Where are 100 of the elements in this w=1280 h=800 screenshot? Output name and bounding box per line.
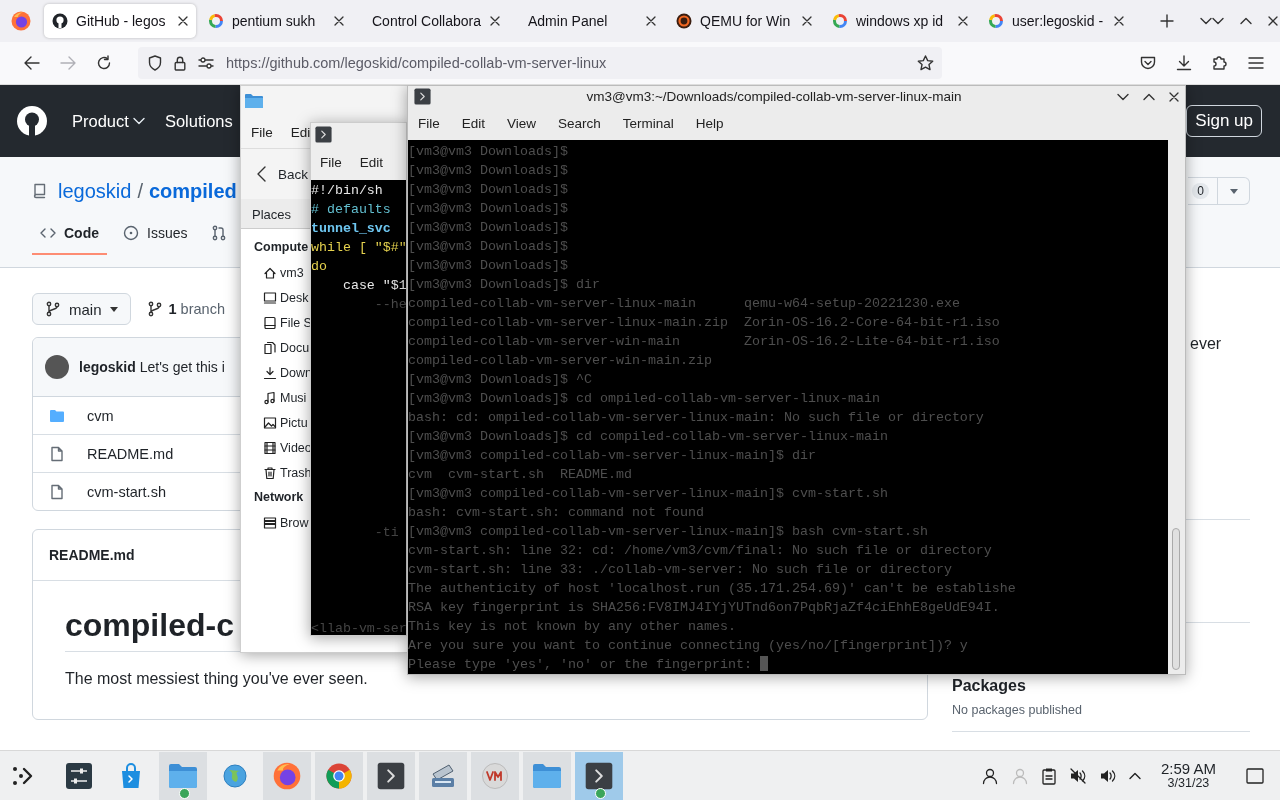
menu-item[interactable]: File: [418, 116, 440, 132]
menu-item[interactable]: Edit: [461, 116, 486, 132]
terminal-line: [vm3@vm3 Downloads]$: [408, 162, 569, 180]
counter-button[interactable]: 0: [1188, 177, 1218, 205]
file-link[interactable]: cvm: [87, 407, 114, 424]
monitor-icon: [263, 290, 277, 305]
reload-icon[interactable]: [96, 55, 112, 71]
minimize-icon[interactable]: [1117, 92, 1129, 101]
menu-icon[interactable]: [1248, 56, 1264, 70]
file-link[interactable]: cvm-start.sh: [87, 483, 166, 500]
sliders-app-icon[interactable]: [65, 761, 93, 790]
close-tab-icon[interactable]: [958, 16, 968, 26]
vm-logo-icon[interactable]: [481, 761, 509, 790]
nav-link[interactable]: Solutions: [164, 111, 233, 131]
url-text: https://github.com/legoskid/compiled-collab-vm-server-linux: [226, 55, 607, 71]
repo-tab[interactable]: Code: [32, 225, 107, 255]
back-icon[interactable]: [23, 55, 41, 71]
taskbar-app[interactable]: [367, 751, 415, 800]
bookmark-star-icon[interactable]: [917, 55, 934, 71]
branch-dropdown[interactable]: main: [32, 293, 131, 325]
close-tab-icon[interactable]: [1114, 16, 1124, 26]
close-tab-icon[interactable]: [178, 16, 188, 26]
browser-tab[interactable]: user:legoskid -: [980, 4, 1132, 38]
close-tab-icon[interactable]: [802, 16, 812, 26]
place-item[interactable]: Pictu: [263, 410, 308, 435]
firefox-icon[interactable]: [273, 761, 301, 790]
place-item[interactable]: Desk: [263, 285, 309, 310]
place-item[interactable]: Brow: [263, 510, 309, 535]
terminal-icon: [315, 125, 332, 143]
repo-owner-link[interactable]: legoskid: [58, 179, 132, 203]
close-tab-icon[interactable]: [646, 16, 656, 26]
browser-tab[interactable]: GitHub - legos: [44, 4, 196, 38]
place-item[interactable]: Docu: [263, 335, 310, 360]
address-bar[interactable]: https://github.com/legoskid/compiled-collab-vm-server-linux: [138, 47, 942, 79]
close-icon[interactable]: [1169, 91, 1179, 102]
menu-item[interactable]: File: [251, 124, 273, 140]
folder-icon[interactable]: [532, 762, 562, 789]
menu-item[interactable]: Search: [558, 116, 601, 132]
menu-item[interactable]: Terminal: [622, 116, 674, 132]
permissions-icon[interactable]: [198, 57, 214, 69]
download-icon: [263, 365, 277, 380]
user-icon[interactable]: [980, 766, 999, 785]
menu-item[interactable]: Edit: [359, 155, 384, 170]
download-icon[interactable]: [1176, 55, 1192, 71]
muted-speaker-icon[interactable]: [1068, 766, 1087, 785]
window-title: vm3@vm3:~/Downloads/compiled-collab-vm-server-linux-main: [585, 89, 963, 105]
taskbar-app[interactable]: [263, 751, 311, 800]
maximize-icon[interactable]: [1240, 17, 1252, 25]
logo-icon[interactable]: [16, 105, 48, 137]
menu-item[interactable]: Edi: [290, 124, 311, 140]
branch-count-link[interactable]: 1 branch: [168, 301, 225, 317]
circle-logo-icon: [208, 13, 224, 29]
clipboard-icon[interactable]: [1040, 766, 1057, 785]
shield-icon[interactable]: [148, 55, 162, 71]
terminal-icon[interactable]: [585, 761, 613, 790]
clock[interactable]: 2:59 AM 3/31/23: [1160, 760, 1216, 791]
maximize-icon[interactable]: [1143, 92, 1155, 101]
globe-icon[interactable]: [221, 761, 249, 790]
browser-tab[interactable]: windows xp id: [824, 4, 976, 38]
chrome-icon[interactable]: [325, 761, 353, 790]
browser-tab[interactable]: QEMU for Win: [668, 4, 820, 38]
place-item[interactable]: Musi: [263, 385, 307, 410]
code-editor[interactable]: #!/bin/sh # defaults tunnel_svc while [ "$#" do case "$1 --he -ti <llab-vm-ser: [311, 180, 406, 635]
browser-tab[interactable]: Admin Panel: [512, 4, 664, 38]
caret-icon: [132, 117, 145, 125]
terminal-icon[interactable]: [377, 761, 405, 790]
path-separator: /: [137, 179, 143, 203]
pocket-icon[interactable]: [1140, 55, 1156, 71]
close-tab-icon[interactable]: [334, 16, 344, 26]
browser-tab[interactable]: pentium sukh: [200, 4, 352, 38]
repo-name-link[interactable]: compiled: [148, 179, 237, 203]
close-icon[interactable]: [1268, 16, 1278, 26]
firefox-icon[interactable]: [11, 11, 31, 31]
lock-icon[interactable]: [174, 55, 186, 71]
show-desktop-icon[interactable]: [1246, 767, 1264, 784]
circle-logo-icon: [676, 13, 692, 29]
menu-item[interactable]: File: [320, 155, 342, 170]
circle-logo-icon: [988, 13, 1004, 29]
menu-item[interactable]: Help: [695, 116, 724, 132]
nav-link[interactable]: Product: [72, 111, 145, 131]
browser-tab[interactable]: Control Collabora: [356, 4, 508, 38]
dropdown-button[interactable]: [1218, 177, 1250, 205]
folder-icon: [49, 407, 65, 424]
file-link[interactable]: README.md: [87, 445, 174, 462]
taskbar-app[interactable]: [575, 751, 623, 800]
minimize-icon[interactable]: [1212, 17, 1224, 25]
back-button[interactable]: Back: [257, 166, 308, 182]
close-tab-icon[interactable]: [490, 16, 500, 26]
extensions-icon[interactable]: [1212, 55, 1228, 71]
scrollbar-thumb[interactable]: [1172, 528, 1180, 670]
place-item[interactable]: vm3: [263, 260, 304, 285]
caret-icon: [109, 306, 118, 312]
tray-expand-icon[interactable]: [1128, 771, 1141, 780]
tab-list-icon[interactable]: [1200, 17, 1212, 25]
folder-icon[interactable]: [168, 762, 198, 789]
terminal-line: [vm3@vm3 Downloads]$: [408, 238, 569, 256]
caret-icon: [1229, 188, 1238, 194]
menu-item[interactable]: View: [507, 116, 537, 132]
new-tab-icon[interactable]: [1160, 14, 1174, 28]
repo-tab[interactable]: Issues: [115, 225, 196, 255]
